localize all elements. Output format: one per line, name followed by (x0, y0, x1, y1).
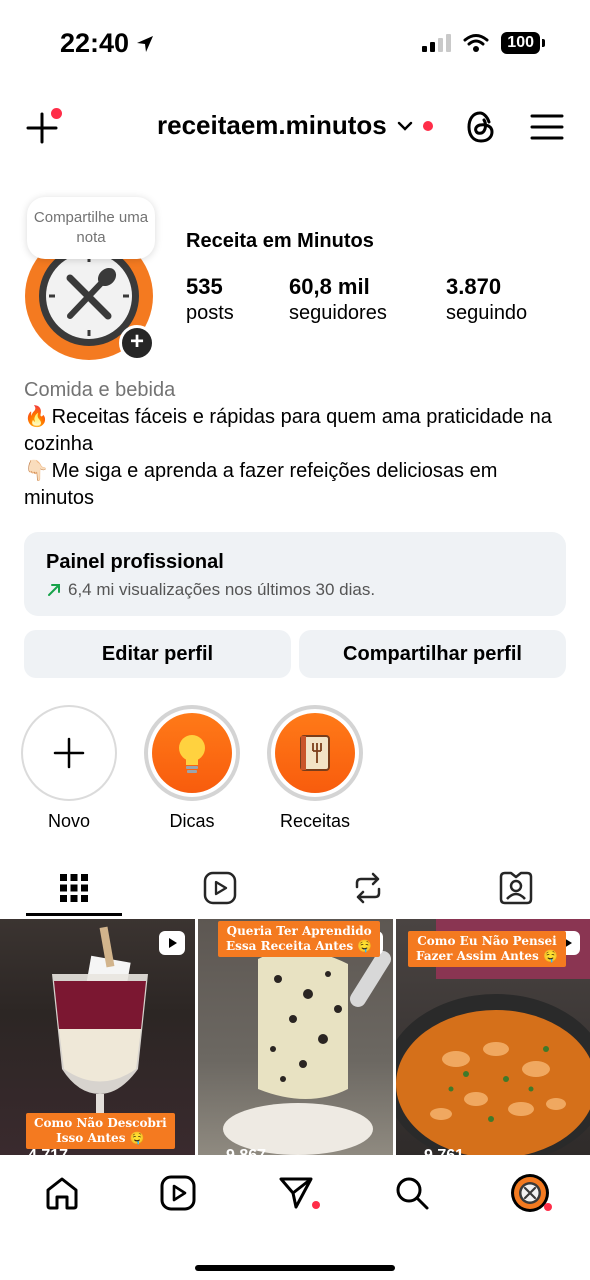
posts-label: posts (186, 302, 234, 324)
post-caption-text: Queria Ter Aprendido Essa Receita Antes … (226, 924, 373, 953)
clock-text: 22:40 (60, 28, 130, 58)
post-thumbnail[interactable]: Queria Ter Aprendido Essa Receita Antes … (198, 919, 393, 1155)
highlight-label: Dicas (169, 811, 215, 831)
reels-icon (169, 938, 177, 948)
tab-reposts[interactable] (320, 860, 416, 916)
reels-icon (160, 1175, 196, 1211)
edit-profile-button[interactable]: Editar perfil (24, 630, 291, 678)
highlight-ring (144, 705, 240, 801)
status-bar: 22:40 100 (0, 0, 590, 90)
status-time: 22:40 (60, 28, 155, 59)
wifi-icon (463, 34, 489, 52)
following-stat[interactable]: 3.870 seguindo (446, 274, 527, 325)
bio-line: 👇🏻 Me siga e aprenda a fazer refeições d… (24, 458, 564, 512)
battery-indicator: 100 (501, 32, 545, 54)
grid-icon (60, 874, 88, 902)
reels-icon (203, 871, 237, 905)
cellular-signal-icon (422, 34, 452, 52)
posts-count: 535 (186, 274, 223, 299)
tab-grid[interactable] (26, 860, 122, 916)
dashboard-title: Painel profissional (46, 551, 224, 573)
nav-reels[interactable] (158, 1173, 198, 1213)
post-caption: Queria Ter Aprendido Essa Receita Antes … (218, 921, 381, 957)
bottom-navigation (0, 1155, 590, 1280)
note-bubble[interactable]: Compartilhe uma nota (27, 197, 155, 259)
followers-count: 60,8 mil (289, 274, 370, 299)
highlight-label: Receitas (279, 811, 351, 831)
location-arrow-icon (137, 35, 154, 52)
post-thumbnail[interactable]: Como Eu Não Pensei Fazer Assim Antes 🤤 9… (396, 919, 590, 1155)
posts-stat[interactable]: 535 posts (186, 274, 234, 325)
highlight-ring (267, 705, 363, 801)
nav-messages[interactable] (276, 1173, 320, 1213)
post-thumbnail[interactable]: Como Não Descobri Isso Antes 🤤 4.717 (0, 919, 195, 1155)
add-story-button[interactable]: + (119, 325, 155, 361)
highlight-dicas[interactable]: Dicas (144, 705, 240, 832)
following-count: 3.870 (446, 274, 502, 299)
profile-header: receitaem.minutos (0, 100, 590, 156)
dashboard-views-text: 6,4 mi visualizações nos últimos 30 dias… (68, 580, 376, 599)
posts-grid: Como Não Descobri Isso Antes 🤤 4.717 Que… (0, 919, 590, 1155)
tab-reels[interactable] (172, 860, 268, 916)
bio-line: 🔥 Receitas fáceis e rápidas para quem am… (24, 404, 564, 458)
post-caption-text: Como Não Descobri Isso Antes 🤤 (34, 1116, 167, 1145)
bio: 🔥 Receitas fáceis e rápidas para quem am… (24, 404, 564, 512)
nav-search[interactable] (392, 1173, 432, 1213)
highlight-receitas[interactable]: Receitas (267, 705, 363, 832)
bio-text: Receitas fáceis e rápidas para quem ama … (24, 406, 552, 455)
highlight-label: Novo (47, 811, 91, 831)
search-icon (396, 1177, 429, 1210)
nav-home[interactable] (42, 1173, 82, 1213)
recipe-book-icon (300, 735, 330, 771)
threads-icon (467, 111, 494, 143)
profile-tabs (0, 860, 590, 918)
notification-dot (312, 1201, 320, 1209)
menu-button[interactable] (530, 112, 564, 142)
nav-profile[interactable] (510, 1173, 552, 1213)
username: receitaem.minutos (157, 110, 387, 140)
dashboard-subtitle: 6,4 mi visualizações nos últimos 30 dias… (46, 580, 544, 600)
share-profile-button[interactable]: Compartilhar perfil (299, 630, 566, 678)
post-caption: Como Eu Não Pensei Fazer Assim Antes 🤤 (408, 931, 566, 967)
note-text: Compartilhe uma nota (33, 209, 149, 246)
highlight-ring (21, 705, 117, 801)
post-view-count: 9.761 (424, 1147, 464, 1155)
reel-indicator (159, 931, 185, 955)
lightbulb-icon (179, 735, 205, 773)
highlight-new[interactable]: Novo (21, 705, 117, 832)
account-switcher[interactable]: receitaem.minutos (157, 110, 433, 141)
plus-icon (53, 737, 85, 769)
repost-icon (355, 872, 381, 904)
profile-category: Comida e bebida (24, 379, 176, 401)
fire-emoji: 🔥 (24, 406, 49, 428)
display-name: Receita em Minutos (186, 230, 374, 252)
followers-stat[interactable]: 60,8 mil seguidores (289, 274, 387, 325)
active-tab-indicator (26, 913, 122, 916)
home-icon (46, 1177, 78, 1210)
post-view-count: 9.867 (226, 1147, 266, 1155)
chevron-down-icon (397, 121, 412, 131)
following-label: seguindo (446, 302, 528, 324)
followers-label: seguidores (289, 302, 387, 324)
professional-dashboard[interactable]: Painel profissional 6,4 mi visualizações… (24, 532, 566, 616)
notification-dot (422, 120, 433, 131)
notification-dot (51, 108, 62, 119)
post-caption: Como Não Descobri Isso Antes 🤤 (26, 1113, 175, 1149)
post-view-count: 4.717 (28, 1147, 68, 1155)
notification-dot (544, 1203, 552, 1211)
trend-up-icon (48, 584, 60, 596)
pointing-down-emoji: 👇🏻 (24, 460, 49, 482)
post-caption-text: Como Eu Não Pensei Fazer Assim Antes 🤤 (416, 934, 558, 963)
messages-icon (279, 1177, 313, 1209)
create-button[interactable] (24, 108, 64, 148)
tagged-user-icon (499, 871, 533, 905)
home-indicator (195, 1265, 395, 1271)
hamburger-menu-icon (530, 114, 564, 140)
bio-text: Me siga e aprenda a fazer refeições deli… (24, 460, 498, 509)
threads-button[interactable] (464, 109, 498, 145)
tab-tagged[interactable] (468, 860, 564, 916)
